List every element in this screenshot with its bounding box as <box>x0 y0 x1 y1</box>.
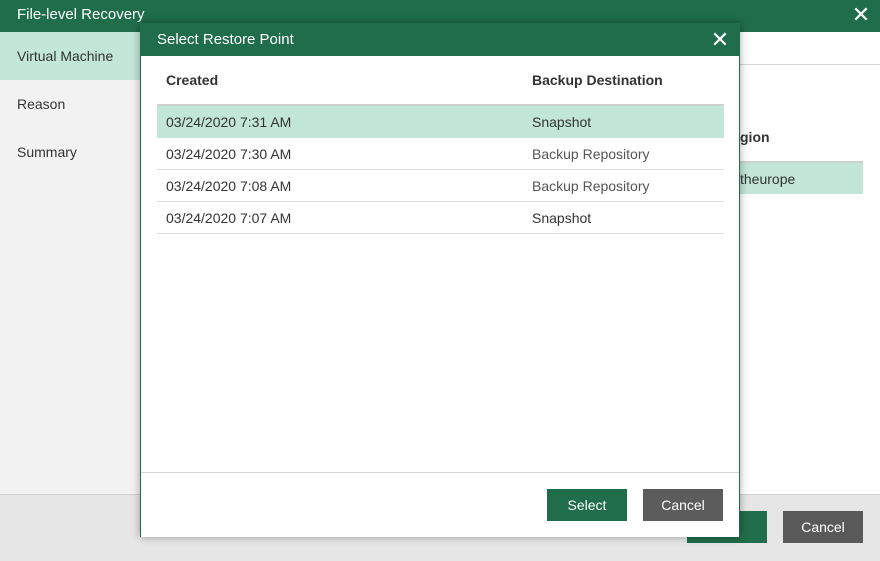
table-row[interactable]: 03/24/2020 7:08 AM Backup Repository <box>157 170 724 202</box>
region-value: theurope <box>740 171 796 187</box>
created-cell: 03/24/2020 7:08 AM <box>166 178 292 194</box>
tab-divider <box>740 64 880 65</box>
restore-points-table: Created Backup Destination 03/24/2020 7:… <box>157 56 724 234</box>
wizard-sidebar: Virtual Machine Reason Summary <box>0 32 140 494</box>
sidebar-item-label: Virtual Machine <box>17 48 114 64</box>
sidebar-item-reason[interactable]: Reason <box>0 80 140 128</box>
cancel-button[interactable]: Cancel <box>643 489 723 521</box>
sidebar-item-virtual-machine[interactable]: Virtual Machine <box>0 32 140 80</box>
region-column-header: gion <box>740 129 770 145</box>
table-row[interactable]: 03/24/2020 7:30 AM Backup Repository <box>157 138 724 170</box>
destination-cell: Backup Repository <box>532 178 650 194</box>
created-cell: 03/24/2020 7:07 AM <box>166 210 292 226</box>
window-close-icon[interactable]: ✕ <box>850 4 872 26</box>
created-cell: 03/24/2020 7:30 AM <box>166 146 292 162</box>
column-header-backup-destination[interactable]: Backup Destination <box>532 72 663 88</box>
dialog-title-bar: Select Restore Point ✕ <box>141 24 739 56</box>
table-header: Created Backup Destination <box>157 56 724 106</box>
sidebar-item-label: Reason <box>17 96 66 112</box>
dialog-footer: Select Cancel <box>141 472 739 537</box>
dialog-close-icon[interactable]: ✕ <box>709 29 731 51</box>
table-row[interactable]: 03/24/2020 7:31 AM Snapshot <box>157 106 724 138</box>
destination-cell: Snapshot <box>532 210 592 226</box>
select-restore-point-dialog: Select Restore Point ✕ Created Backup De… <box>140 23 740 537</box>
table-row[interactable]: 03/24/2020 7:07 AM Snapshot <box>157 202 724 234</box>
sidebar-item-label: Summary <box>17 144 77 160</box>
sidebar-item-summary[interactable]: Summary <box>0 128 140 176</box>
dialog-title: Select Restore Point <box>157 31 294 48</box>
destination-cell: Backup Repository <box>532 146 650 162</box>
region-selected-cell[interactable]: theurope <box>740 163 863 194</box>
wizard-cancel-button[interactable]: Cancel <box>783 511 863 543</box>
window-title: File-level Recovery <box>17 6 145 23</box>
column-header-created[interactable]: Created <box>166 72 218 88</box>
destination-cell: Snapshot <box>532 114 592 130</box>
select-button[interactable]: Select <box>547 489 627 521</box>
created-cell: 03/24/2020 7:31 AM <box>166 114 292 130</box>
